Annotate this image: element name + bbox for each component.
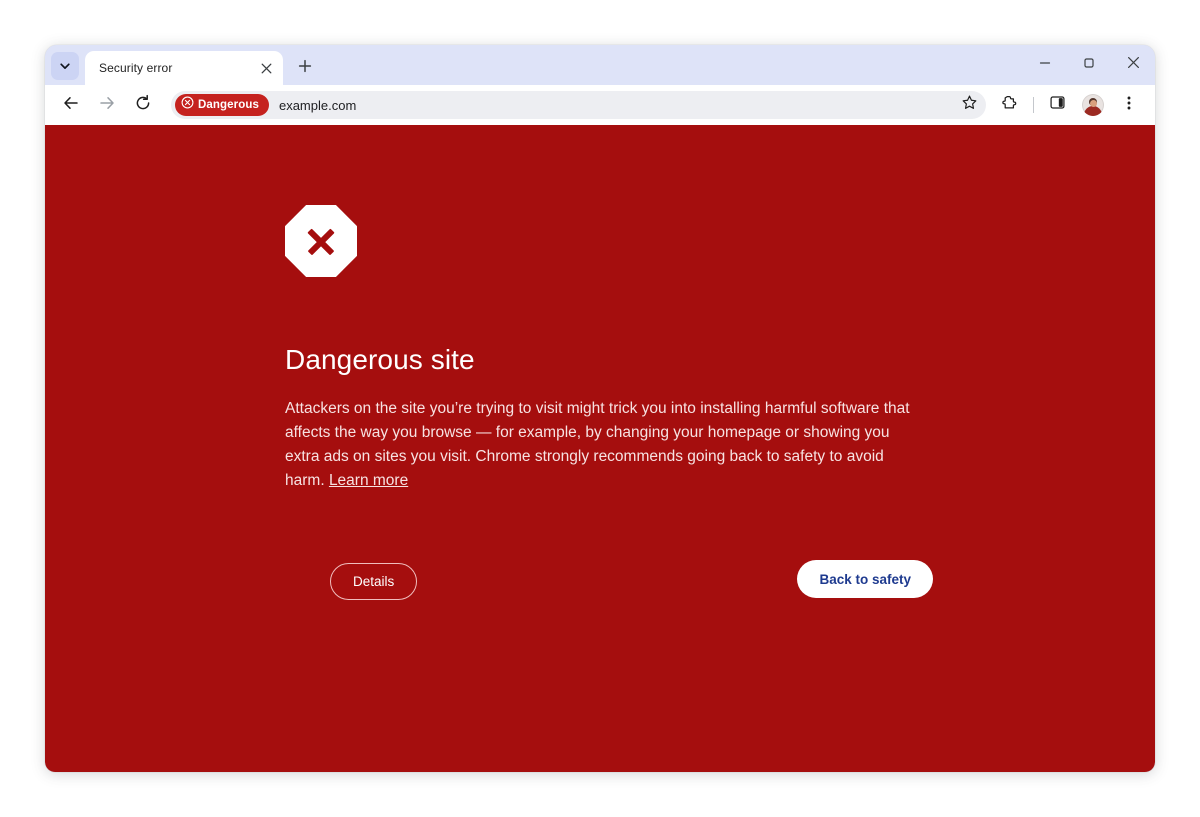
arrow-right-icon — [98, 94, 116, 117]
interstitial-body: Attackers on the site you’re trying to v… — [285, 397, 915, 493]
toolbar-divider — [1033, 97, 1034, 113]
minimize-button[interactable] — [1023, 45, 1067, 85]
interstitial-content: Dangerous site Attackers on the site you… — [285, 205, 937, 603]
details-button[interactable]: Details — [330, 563, 418, 600]
page-title: Dangerous site — [285, 344, 475, 375]
star-icon — [961, 94, 978, 116]
learn-more-link[interactable]: Learn more — [329, 472, 408, 489]
interstitial-buttons: Details Back to safety — [285, 560, 937, 603]
back-button[interactable] — [56, 90, 86, 120]
reload-button[interactable] — [128, 90, 158, 120]
side-panel-icon — [1049, 94, 1066, 116]
window-controls — [1023, 45, 1155, 85]
bookmark-button[interactable] — [956, 92, 982, 118]
x-mark — [285, 205, 357, 277]
tab-title: Security error — [99, 61, 173, 75]
arrow-left-icon — [62, 94, 80, 117]
maximize-icon — [1083, 56, 1095, 74]
plus-icon — [298, 59, 312, 78]
browser-toolbar: Dangerous example.com — [45, 85, 1155, 125]
side-panel-button[interactable] — [1042, 90, 1072, 120]
browser-tab[interactable]: Security error — [85, 51, 283, 85]
three-dot-menu-icon — [1121, 95, 1137, 116]
omnibox-url-text: example.com — [278, 97, 357, 113]
chevron-down-icon — [59, 60, 71, 72]
close-tab-icon[interactable] — [257, 59, 275, 77]
chrome-menu-button[interactable] — [1114, 90, 1144, 120]
puzzle-icon — [1001, 94, 1019, 117]
avatar — [1082, 94, 1104, 116]
browser-window: Security error Dangerous example.com Dan… — [45, 45, 1155, 772]
back-to-safety-button[interactable]: Back to safety — [797, 560, 933, 598]
profile-button[interactable] — [1078, 90, 1108, 120]
maximize-button[interactable] — [1067, 45, 1111, 85]
close-icon — [1127, 56, 1140, 74]
forward-button[interactable] — [92, 90, 122, 120]
security-interstitial-page: Dangerous site Attackers on the site you… — [45, 125, 1155, 772]
extensions-button[interactable] — [995, 90, 1025, 120]
close-window-button[interactable] — [1111, 45, 1155, 85]
security-status-label: Dangerous — [198, 99, 259, 111]
avatar-face — [1089, 99, 1097, 107]
reload-icon — [134, 94, 152, 117]
security-status-chip[interactable]: Dangerous — [175, 94, 269, 116]
tab-strip: Security error — [45, 45, 1155, 85]
omnibox[interactable]: Dangerous example.com — [171, 91, 986, 119]
tab-search-button[interactable] — [51, 52, 79, 80]
octagon-x-icon — [285, 205, 357, 277]
circle-x-icon — [181, 96, 194, 114]
new-tab-button[interactable] — [291, 54, 319, 82]
avatar-body — [1084, 106, 1102, 116]
minimize-icon — [1039, 56, 1051, 74]
